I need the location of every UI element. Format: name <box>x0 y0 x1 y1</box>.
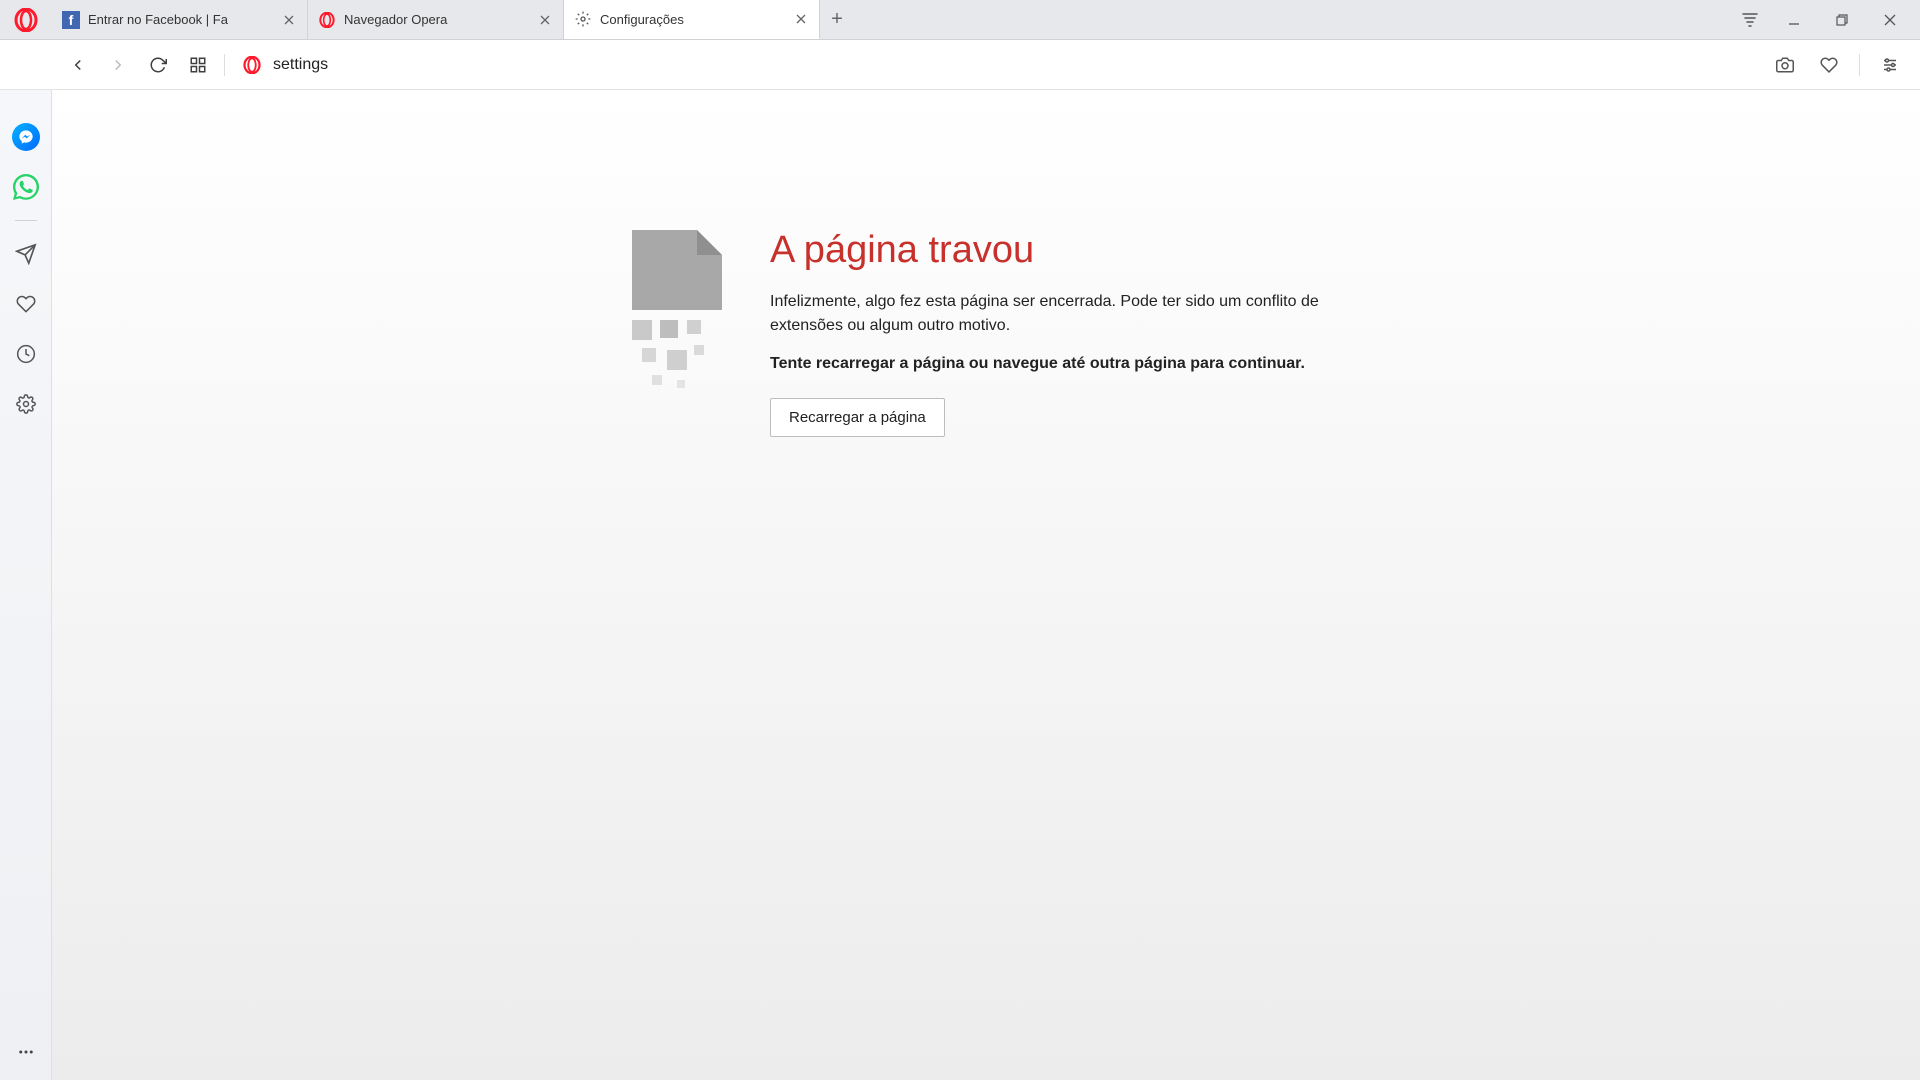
maximize-button[interactable] <box>1818 0 1866 40</box>
opera-menu-button[interactable] <box>0 0 52 40</box>
address-bar[interactable] <box>273 50 1765 80</box>
gear-icon <box>574 10 592 28</box>
opera-icon <box>318 11 336 29</box>
tab-title: Entrar no Facebook | Fa <box>88 12 281 27</box>
close-window-button[interactable] <box>1866 0 1914 40</box>
error-title: A página travou <box>770 230 1352 272</box>
messenger-icon[interactable] <box>11 122 41 152</box>
sidebar <box>0 90 52 1080</box>
tab-menu-button[interactable] <box>1730 0 1770 40</box>
crashed-page-icon <box>632 230 722 390</box>
tab-bar: f Entrar no Facebook | Fa Navegador Oper… <box>0 0 1920 40</box>
history-icon[interactable] <box>11 339 41 369</box>
settings-icon[interactable] <box>11 389 41 419</box>
nav-bar <box>0 40 1920 90</box>
page-content: A página travou Infelizmente, algo fez e… <box>52 90 1920 1080</box>
easy-setup-button[interactable] <box>1870 45 1910 85</box>
tab-title: Configurações <box>600 12 793 27</box>
error-instruction: Tente recarregar a página ou navegue até… <box>770 352 1352 376</box>
new-tab-button[interactable]: + <box>820 0 854 39</box>
error-message-block: A página travou Infelizmente, algo fez e… <box>632 230 1352 437</box>
heart-icon[interactable] <box>11 289 41 319</box>
send-icon[interactable] <box>11 239 41 269</box>
site-identity-icon[interactable] <box>241 54 263 76</box>
sidebar-more-button[interactable] <box>17 1043 35 1066</box>
forward-button[interactable] <box>98 45 138 85</box>
tab-facebook[interactable]: f Entrar no Facebook | Fa <box>52 0 308 39</box>
reload-button[interactable] <box>138 45 178 85</box>
tab-title: Navegador Opera <box>344 12 537 27</box>
facebook-icon: f <box>62 11 80 29</box>
bookmark-button[interactable] <box>1809 45 1849 85</box>
speed-dial-button[interactable] <box>178 45 218 85</box>
error-description: Infelizmente, algo fez esta página ser e… <box>770 290 1352 338</box>
back-button[interactable] <box>58 45 98 85</box>
snapshot-button[interactable] <box>1765 45 1805 85</box>
close-icon[interactable] <box>537 12 553 28</box>
close-icon[interactable] <box>793 11 809 27</box>
tab-opera[interactable]: Navegador Opera <box>308 0 564 39</box>
window-controls <box>1730 0 1920 40</box>
tab-settings[interactable]: Configurações <box>564 0 820 39</box>
opera-logo-icon <box>14 8 38 32</box>
tabs-container: f Entrar no Facebook | Fa Navegador Oper… <box>52 0 820 39</box>
minimize-button[interactable] <box>1770 0 1818 40</box>
close-icon[interactable] <box>281 12 297 28</box>
whatsapp-icon[interactable] <box>11 172 41 202</box>
reload-page-button[interactable]: Recarregar a página <box>770 398 945 437</box>
